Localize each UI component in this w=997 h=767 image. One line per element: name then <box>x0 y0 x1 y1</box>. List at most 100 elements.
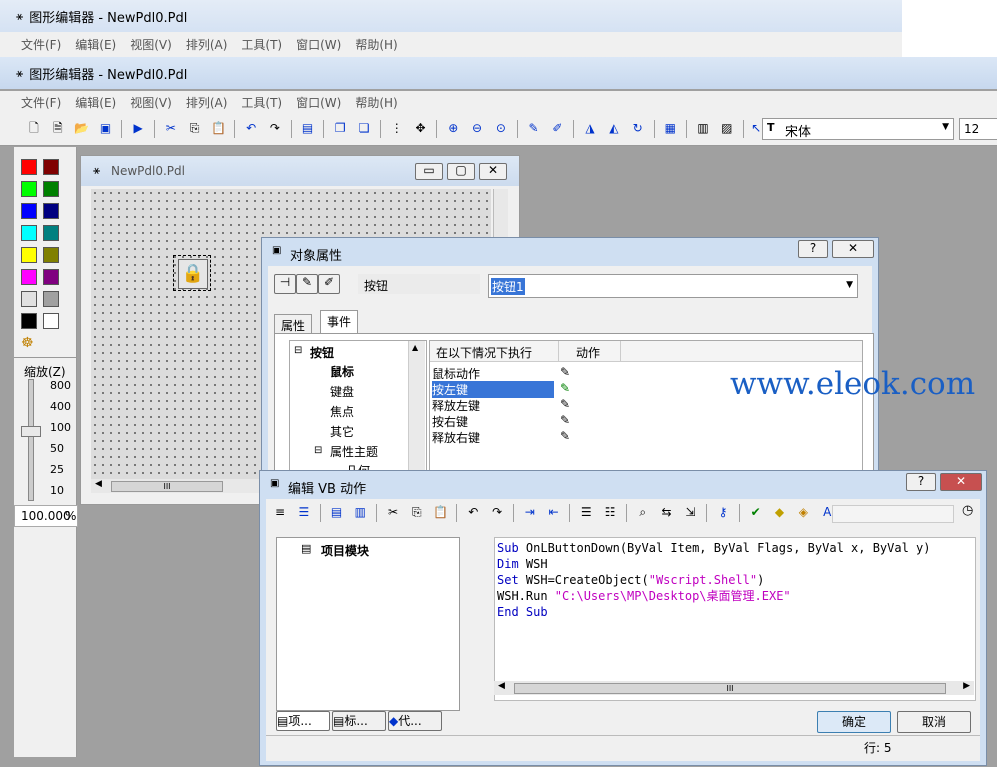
bg-menu-6[interactable]: 帮助(H) <box>348 36 404 53</box>
tree-root[interactable]: 按钮 <box>310 344 334 361</box>
color-swatch[interactable] <box>43 203 59 219</box>
code-text[interactable]: Sub OnLButtonDown(ByVal Item, ByVal Flag… <box>497 540 931 620</box>
zoom-in-icon[interactable]: ⊕ <box>444 119 462 137</box>
cut-icon[interactable]: ✂ <box>384 503 402 521</box>
color-swatch[interactable] <box>21 247 37 263</box>
color-swatch[interactable] <box>43 269 59 285</box>
palette-more-icon[interactable]: ☸ <box>21 335 34 351</box>
cut-icon[interactable]: ✂ <box>162 119 180 137</box>
undo-icon[interactable]: ↶ <box>242 119 260 137</box>
bg-menu-4[interactable]: 工具(T) <box>234 36 289 53</box>
paste-icon[interactable]: 📋 <box>209 119 227 137</box>
comment-icon[interactable]: ☰ <box>577 503 595 521</box>
zoom-value-field[interactable]: 100.000 % <box>14 505 78 527</box>
copy-icon[interactable]: ⎘ <box>186 119 204 137</box>
font-name-select[interactable]: T 宋体 ▼ <box>762 118 954 140</box>
module-tree-root[interactable]: 项目模块 <box>321 542 369 559</box>
pen-icon[interactable]: ✎ <box>560 365 570 379</box>
close-button[interactable]: ✕ <box>940 473 982 491</box>
key-icon[interactable]: ⚷ <box>714 503 732 521</box>
grid-icon[interactable]: ⋮ <box>388 119 406 137</box>
pen-icon[interactable]: ✎ <box>560 413 570 427</box>
color-swatch[interactable] <box>21 225 37 241</box>
module-icon[interactable]: ◈ <box>794 503 812 521</box>
send-back-icon[interactable]: ❏ <box>355 119 373 137</box>
color-swatch[interactable] <box>43 247 59 263</box>
tree-scrollbar[interactable]: ▲ <box>408 341 425 476</box>
bg-menu-5[interactable]: 窗口(W) <box>289 36 348 53</box>
properties-icon[interactable]: ▦ <box>661 119 679 137</box>
pen-edit-icon[interactable]: ✐ <box>318 274 340 294</box>
goto-icon[interactable]: ⇲ <box>681 503 699 521</box>
header-condition[interactable]: 在以下情况下执行 <box>436 344 532 361</box>
print-icon[interactable]: ▤ <box>299 119 317 137</box>
new-template-icon[interactable]: 🗎 <box>49 119 67 137</box>
color-swatch[interactable] <box>21 159 37 175</box>
code-line[interactable]: Dim WSH <box>497 556 931 572</box>
color-swatch[interactable] <box>21 181 37 197</box>
object-browser-icon[interactable]: ◆ <box>771 503 789 521</box>
bg-menu-1[interactable]: 编辑(E) <box>68 36 123 53</box>
help-button[interactable]: ? <box>798 240 828 258</box>
menu-view[interactable]: 视图(V) <box>123 94 179 111</box>
tree-expand-icon[interactable]: ⊟ <box>314 445 322 456</box>
print-icon[interactable]: ▤ <box>327 503 345 521</box>
scroll-right-icon[interactable]: ▶ <box>963 681 970 691</box>
library-icon[interactable]: ▥ <box>694 119 712 137</box>
color-swatch[interactable] <box>21 269 37 285</box>
tab-code[interactable]: ◆代... <box>388 711 442 731</box>
pin-icon[interactable]: ⊣ <box>274 274 296 294</box>
tree-item-keyboard[interactable]: 键盘 <box>330 383 354 400</box>
zoom-fit-icon[interactable]: ⊙ <box>492 119 510 137</box>
document-hscroll-thumb[interactable]: III <box>111 481 223 492</box>
event-row[interactable]: 鼠标动作 ✎ <box>432 365 732 381</box>
tree-item-mouse[interactable]: 鼠标 <box>330 363 354 380</box>
new-icon[interactable]: 🗋 <box>25 119 43 137</box>
tab-events[interactable]: 事件 <box>320 310 359 334</box>
maximize-button[interactable]: ▢ <box>447 163 475 180</box>
tab-label[interactable]: ▤标... <box>332 711 386 731</box>
picture-icon[interactable]: ▨ <box>718 119 736 137</box>
close-button[interactable]: ✕ <box>832 240 874 258</box>
pen-icon[interactable]: ✎ <box>525 119 543 137</box>
zoom-slider-thumb[interactable] <box>21 426 41 437</box>
color-swatch[interactable] <box>43 225 59 241</box>
zoom-slider-track[interactable] <box>28 379 34 501</box>
scroll-left-icon[interactable]: ◀ <box>95 479 102 489</box>
minimize-button[interactable]: ▭ <box>415 163 443 180</box>
tab-project[interactable]: ▤项... <box>276 711 330 731</box>
clock-icon[interactable]: ◷ <box>962 503 973 518</box>
copy-icon[interactable]: ⎘ <box>408 503 426 521</box>
event-row[interactable]: 按右键 ✎ <box>432 413 732 429</box>
save-icon[interactable]: ▣ <box>96 119 114 137</box>
indent-icon[interactable]: ⇥ <box>521 503 539 521</box>
open-icon[interactable]: 📂 <box>73 119 91 137</box>
tree-expand-icon[interactable]: ⊟ <box>294 345 302 356</box>
replace-icon[interactable]: ⇆ <box>658 503 676 521</box>
menu-edit[interactable]: 编辑(E) <box>68 94 123 111</box>
event-row[interactable]: 释放左键 ✎ <box>432 397 732 413</box>
code-horizontal-scrollbar[interactable]: ◀ III ▶ <box>494 681 974 695</box>
bg-menu-3[interactable]: 排列(A) <box>179 36 235 53</box>
color-swatch[interactable] <box>43 313 59 329</box>
help-button[interactable]: ? <box>906 473 936 491</box>
bring-front-icon[interactable]: ❐ <box>331 119 349 137</box>
snap-icon[interactable]: ✥ <box>412 119 430 137</box>
pen-edit-icon[interactable]: ✐ <box>548 119 566 137</box>
flip-vertical-icon[interactable]: ◭ <box>605 119 623 137</box>
pen-icon[interactable]: ✎ <box>560 397 570 411</box>
event-row-selected[interactable]: 按左键 ✎ <box>432 381 732 398</box>
flip-horizontal-icon[interactable]: ◮ <box>581 119 599 137</box>
menu-file[interactable]: 文件(F) <box>14 94 68 111</box>
cancel-button[interactable]: 取消 <box>897 711 971 733</box>
close-button[interactable]: ✕ <box>479 163 507 180</box>
paste-icon[interactable]: 📋 <box>432 503 450 521</box>
pen-active-icon[interactable]: ✎ <box>560 381 570 395</box>
tree-item-focus[interactable]: 焦点 <box>330 403 354 420</box>
redo-icon[interactable]: ↷ <box>266 119 284 137</box>
header-action[interactable]: 动作 <box>576 344 600 361</box>
object-name-select[interactable]: 按钮1 ▼ <box>488 274 858 298</box>
rotate-icon[interactable]: ↻ <box>629 119 647 137</box>
menu-arrange[interactable]: 排列(A) <box>179 94 235 111</box>
color-swatch[interactable] <box>21 291 37 307</box>
